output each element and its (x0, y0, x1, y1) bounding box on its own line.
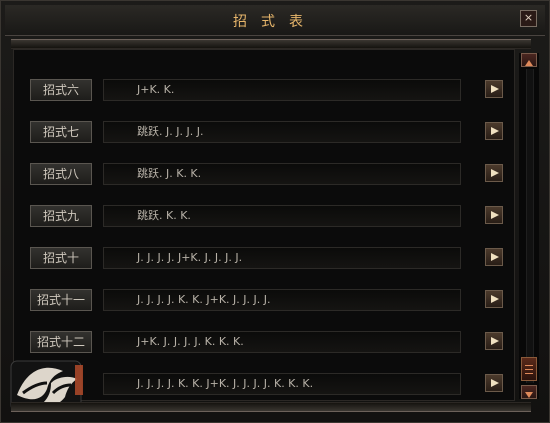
arrow-up-icon (525, 60, 533, 66)
move-sequence: 跳跃. J. K. K. (103, 163, 461, 185)
move-sequence: J. J. J. J. K. K. J+K. J. J. J. J. (103, 289, 461, 311)
move-sequence: J. J. J. J. K. K. J+K. J. J. J. J. K. K.… (103, 373, 461, 395)
arrow-down-icon (525, 392, 533, 398)
scroll-down-button[interactable] (521, 385, 537, 399)
top-divider (11, 39, 531, 49)
list-item: 招式十一 J. J. J. J. K. K. J+K. J. J. J. J. (14, 282, 514, 312)
list-item: 招式六 J+K. K. (14, 72, 514, 102)
play-icon (491, 127, 499, 135)
play-button[interactable] (485, 248, 503, 266)
move-list: 招式六 J+K. K. 招式七 跳跃. J. J. J. J. 招式八 跳跃. … (13, 49, 515, 401)
play-button[interactable] (485, 332, 503, 350)
move-name-button[interactable]: 招式十 (30, 247, 92, 269)
play-icon (491, 337, 499, 345)
list-item: 招式十 J. J. J. J. J+K. J. J. J. J. (14, 240, 514, 270)
play-icon (491, 211, 499, 219)
play-button[interactable] (485, 80, 503, 98)
play-icon (491, 253, 499, 261)
scroll-track[interactable] (526, 69, 534, 383)
scrollbar[interactable] (519, 53, 539, 399)
close-icon: × (523, 11, 534, 24)
play-icon (491, 85, 499, 93)
play-button[interactable] (485, 164, 503, 182)
play-icon (491, 169, 499, 177)
move-list-window: 招式表 × 招式六 J+K. K. 招式七 跳跃. J. J. J. J. 招式… (0, 0, 550, 423)
move-name-button[interactable]: 招式十一 (30, 289, 92, 311)
move-name-button[interactable]: 招式九 (30, 205, 92, 227)
window-title: 招式表 (233, 14, 317, 30)
play-icon (491, 379, 499, 387)
list-item: 招式八 跳跃. J. K. K. (14, 156, 514, 186)
move-name-button[interactable]: 招式八 (30, 163, 92, 185)
play-button[interactable] (485, 290, 503, 308)
move-name-button[interactable]: 招式六 (30, 79, 92, 101)
move-sequence: J. J. J. J. J+K. J. J. J. J. (103, 247, 461, 269)
play-button[interactable] (485, 206, 503, 224)
close-button[interactable]: × (520, 10, 537, 27)
play-button[interactable] (485, 122, 503, 140)
move-sequence: J+K. J. J. J. J. K. K. K. (103, 331, 461, 353)
move-name-button[interactable]: 招式七 (30, 121, 92, 143)
move-sequence: J+K. K. (103, 79, 461, 101)
scroll-thumb[interactable] (521, 357, 537, 381)
play-icon (491, 295, 499, 303)
move-sequence: 跳跃. J. J. J. J. (103, 121, 461, 143)
bottom-divider (11, 402, 531, 412)
scroll-up-button[interactable] (521, 53, 537, 67)
play-button[interactable] (485, 374, 503, 392)
list-item: 招式十二 J+K. J. J. J. J. K. K. K. (14, 324, 514, 354)
list-item: 招式七 跳跃. J. J. J. J. (14, 114, 514, 144)
move-name-button[interactable]: 招式十二 (30, 331, 92, 353)
title-bar: 招式表 × (5, 5, 545, 36)
list-item: 招式九 跳跃. K. K. (14, 198, 514, 228)
move-sequence: 跳跃. K. K. (103, 205, 461, 227)
